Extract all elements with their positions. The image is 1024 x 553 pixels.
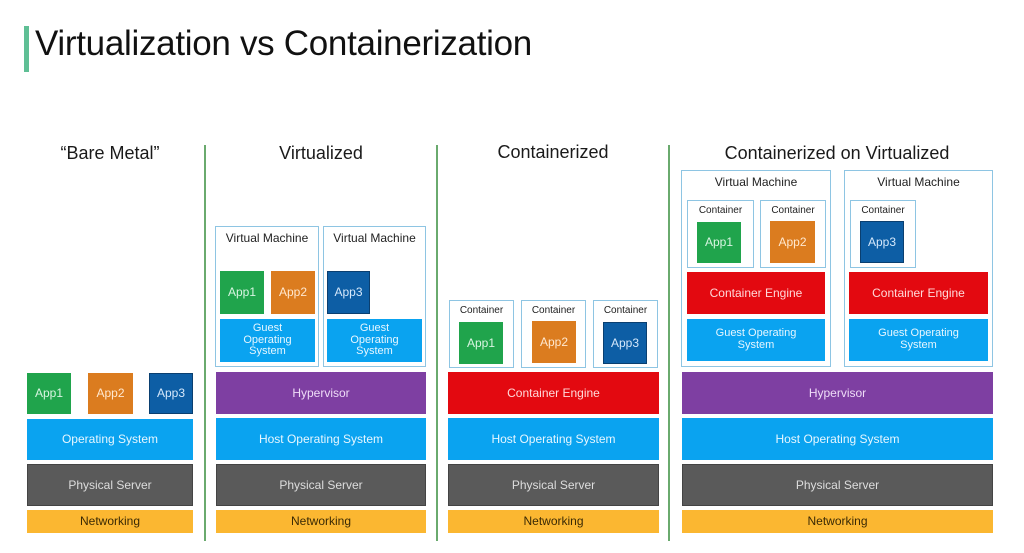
container-label: Container — [861, 205, 905, 216]
physical-server-layer: Physical Server — [216, 464, 426, 506]
networking-layer: Networking — [216, 510, 426, 533]
virtual-machine: Virtual Machine Container App1 Container… — [681, 170, 831, 367]
container-label: Container — [771, 205, 815, 216]
container-label: Container — [459, 305, 504, 316]
container: Container App3 — [850, 200, 916, 268]
column-divider — [204, 145, 206, 541]
vm-label: Virtual Machine — [714, 175, 798, 189]
heading-containerized-on-virtualized: Containerized on Virtualized — [724, 143, 950, 163]
virtual-machine: Virtual Machine App1 App2 Guest Operatin… — [215, 226, 319, 367]
column-divider — [436, 145, 438, 541]
physical-server-layer: Physical Server — [27, 464, 193, 506]
heading-bare-metal: “Bare Metal” — [60, 143, 160, 163]
networking-layer: Networking — [27, 510, 193, 533]
hypervisor-layer: Hypervisor — [216, 372, 426, 414]
guest-os-layer: Guest Operating System — [220, 319, 315, 362]
page-title: Virtualization vs Containerization — [35, 24, 532, 63]
container: Container App3 — [593, 300, 658, 368]
hypervisor-layer: Hypervisor — [682, 372, 993, 414]
app-block: App3 — [327, 271, 370, 314]
virtual-machine: Virtual Machine App3 Guest Operating Sys… — [323, 226, 426, 367]
virtual-machine: Virtual Machine Container App3 Container… — [844, 170, 993, 367]
vm-label: Virtual Machine — [225, 231, 309, 245]
app-block: App1 — [697, 222, 741, 263]
vm-label: Virtual Machine — [877, 175, 960, 189]
guest-os-layer: Guest Operating System — [327, 319, 422, 362]
app-block: App3 — [603, 322, 647, 364]
container-label: Container — [603, 305, 648, 316]
operating-system-layer: Operating System — [27, 419, 193, 460]
app-block: App3 — [149, 373, 193, 414]
app-block: App2 — [770, 221, 815, 263]
guest-os-layer: Guest Operating System — [687, 319, 825, 361]
app-block: App3 — [860, 221, 904, 263]
container: Container App2 — [760, 200, 826, 268]
container-label: Container — [698, 205, 743, 216]
physical-server-layer: Physical Server — [448, 464, 659, 506]
app-block: App2 — [532, 321, 576, 363]
app-block: App1 — [220, 271, 264, 314]
container-label: Container — [531, 305, 576, 316]
app-block: App1 — [459, 322, 503, 364]
heading-containerized: Containerized — [497, 142, 609, 162]
app-block: App2 — [88, 373, 133, 414]
vm-label: Virtual Machine — [333, 231, 416, 245]
host-os-layer: Host Operating System — [682, 418, 993, 460]
container: Container App1 — [449, 300, 514, 368]
app-block: App1 — [27, 373, 71, 414]
container-engine-layer: Container Engine — [849, 272, 988, 314]
column-divider — [668, 145, 670, 541]
host-os-layer: Host Operating System — [216, 418, 426, 460]
guest-os-layer: Guest Operating System — [849, 319, 988, 361]
heading-virtualized: Virtualized — [279, 143, 363, 163]
title-accent-bar — [24, 26, 29, 72]
host-os-layer: Host Operating System — [448, 418, 659, 460]
physical-server-layer: Physical Server — [682, 464, 993, 506]
networking-layer: Networking — [448, 510, 659, 533]
container: Container App1 — [687, 200, 754, 268]
container-engine-layer: Container Engine — [687, 272, 825, 314]
container-engine-layer: Container Engine — [448, 372, 659, 414]
networking-layer: Networking — [682, 510, 993, 533]
app-block: App2 — [271, 271, 315, 314]
container: Container App2 — [521, 300, 586, 368]
